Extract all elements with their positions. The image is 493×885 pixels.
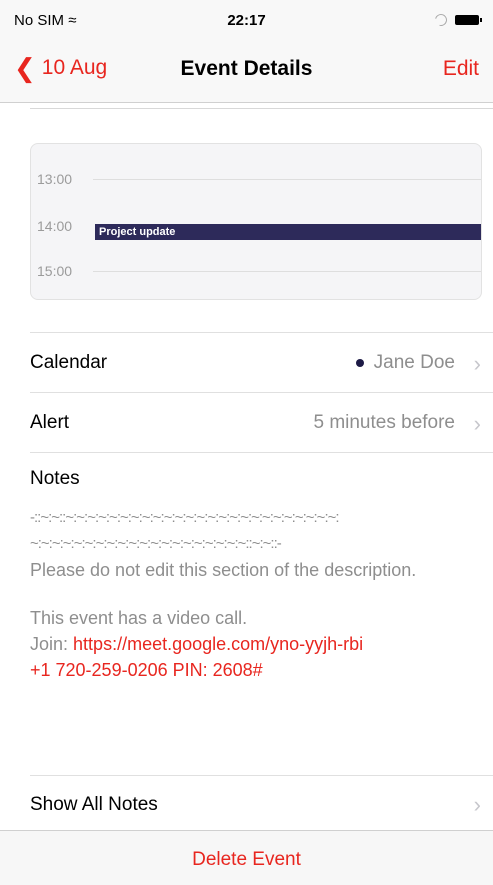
calendar-label: Calendar bbox=[30, 352, 108, 373]
show-all-notes-label: Show All Notes bbox=[30, 794, 158, 815]
divider bbox=[30, 108, 493, 109]
meet-link[interactable]: https://meet.google.com/yno-yyjh-rbi bbox=[73, 634, 363, 654]
alert-row[interactable]: Alert 5 minutes before › bbox=[30, 392, 493, 453]
alert-value: 5 minutes before bbox=[313, 412, 455, 433]
notes-join-line: Join: https://meet.google.com/yno-yyjh-r… bbox=[30, 631, 480, 657]
show-all-notes-row[interactable]: Show All Notes › bbox=[30, 775, 493, 830]
notes-body: -::~:~::~:~:~:~:~:~:~:~:~:~:~:~:~:~:~:~:… bbox=[30, 505, 480, 683]
mini-calendar: 13:00 14:00 Project update 15:00 bbox=[30, 143, 482, 300]
hour-line bbox=[93, 179, 481, 180]
hour-label: 14:00 bbox=[37, 218, 73, 234]
notes-separator: ~:~:~:~:~:~:~:~:~:~:~:~:~:~:~:~:~:~:~:~:… bbox=[30, 535, 282, 552]
notes-title: Notes bbox=[30, 468, 80, 489]
calendar-row[interactable]: Calendar Jane Doe › bbox=[30, 332, 493, 393]
notes-separator: -::~:~::~:~:~:~:~:~:~:~:~:~:~:~:~:~:~:~:… bbox=[30, 509, 340, 526]
delete-event-button[interactable]: Delete Event bbox=[0, 849, 493, 871]
phone-link[interactable]: +1 720-259-0206 PIN: 2608# bbox=[30, 657, 480, 683]
bottom-toolbar: Delete Event bbox=[0, 830, 493, 885]
status-time: 22:17 bbox=[227, 12, 266, 29]
notes-video-text: This event has a video call. bbox=[30, 608, 248, 628]
chevron-right-icon: › bbox=[473, 351, 481, 376]
hour-label: 15:00 bbox=[37, 263, 73, 279]
hour-row: 13:00 bbox=[31, 171, 481, 191]
calendar-color-dot bbox=[355, 359, 364, 367]
chevron-right-icon: › bbox=[473, 411, 481, 436]
status-bar: No SIM ≈ 22:17 bbox=[0, 0, 493, 40]
moon-icon bbox=[432, 11, 450, 29]
chevron-right-icon: › bbox=[473, 792, 481, 817]
hour-label: 13:00 bbox=[37, 171, 73, 187]
hour-row: 15:00 bbox=[31, 263, 481, 283]
calendar-event[interactable]: Project update bbox=[95, 224, 481, 240]
join-label: Join: bbox=[30, 634, 69, 654]
calendar-value: Jane Doe bbox=[355, 352, 455, 374]
hour-line bbox=[93, 271, 481, 272]
navigation-bar: ❮ 10 Aug Event Details Edit bbox=[0, 40, 493, 103]
battery-icon bbox=[455, 15, 482, 25]
edit-button[interactable]: Edit bbox=[443, 57, 479, 81]
notes-warning: Please do not edit this section of the d… bbox=[30, 560, 417, 580]
status-right bbox=[432, 11, 482, 29]
alert-label: Alert bbox=[30, 412, 70, 433]
divider bbox=[30, 452, 493, 454]
page-title: Event Details bbox=[180, 57, 313, 80]
calendar-name: Jane Doe bbox=[373, 352, 455, 373]
